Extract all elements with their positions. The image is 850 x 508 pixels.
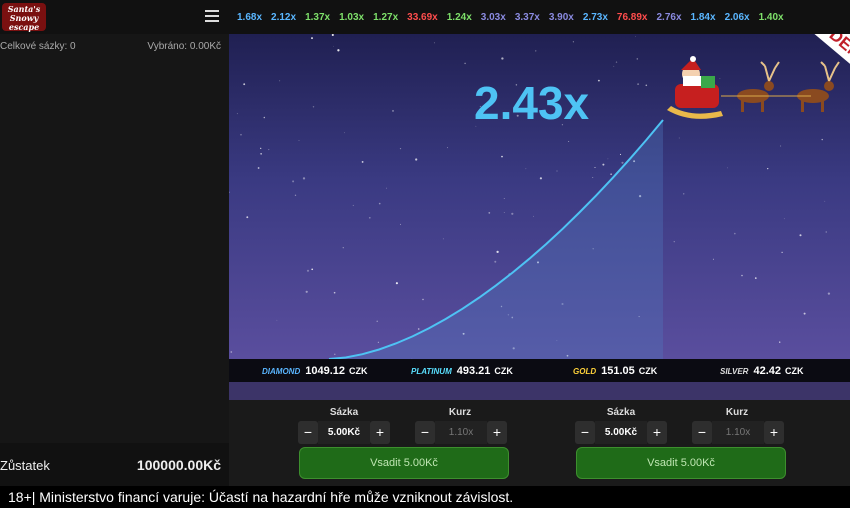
history-multiplier: 3.03x — [480, 12, 506, 23]
jackpot-value: 1049.12 — [305, 365, 345, 377]
jackpot-diamond: DIAMOND 1049.12 CZK — [262, 365, 367, 377]
current-multiplier: 2.43x — [474, 77, 590, 129]
stake-label: Sázka — [329, 407, 359, 418]
history-multiplier: 76.89x — [616, 12, 648, 23]
history-multiplier: 1.03x — [339, 12, 365, 23]
history-multiplier: 1.68x — [237, 12, 263, 23]
history-multiplier: 2.76x — [656, 12, 682, 23]
place-bet-button[interactable]: Vsadit 5.00Kč — [299, 447, 509, 479]
bets-sidebar: Santa's Snowy escape Celkové sázky: 0 Vy… — [0, 0, 229, 486]
odds-increase-button[interactable]: + — [764, 421, 784, 444]
jackpot-value: 42.42 — [753, 365, 781, 377]
jackpot-platinum: PLATINUM 493.21 CZK — [411, 365, 513, 377]
stake-increase-button[interactable]: + — [370, 421, 390, 444]
bet-panel-1: Sázka Kurz −5.00Kč + −1.10x + Vsadit 5.00Kč — [229, 400, 509, 486]
history-multiplier: 1.37x — [305, 12, 331, 23]
odds-increase-button[interactable]: + — [487, 421, 507, 444]
jackpot-bar: DIAMOND 1049.12 CZK PLATINUM 493.21 CZK GOLD 15… — [229, 359, 850, 382]
jackpot-value: 151.05 — [601, 365, 635, 377]
jackpot-value: 493.21 — [456, 365, 491, 377]
stake-value[interactable]: 5.00Kč — [318, 421, 370, 444]
collected-label: Vybráno: 0.00Kč — [147, 41, 221, 52]
history-multiplier: 2.06x — [724, 12, 750, 23]
odds-stepper: −1.10x + — [692, 421, 784, 444]
bet-panel-2: Sázka Kurz −5.00Kč + −1.10x + Vsadit 5.00Kč — [506, 400, 786, 486]
stake-decrease-button[interactable]: − — [575, 421, 595, 444]
history-multiplier: 1.24x — [446, 12, 472, 23]
balance-bar: Zůstatek 100000.00Kč — [0, 443, 229, 486]
odds-label: Kurz — [448, 407, 472, 418]
balance-value: 100000.00Kč — [136, 457, 221, 473]
multiplier-history: 1.68x 2.12x 1.37x 1.03x 1.27x 33.69x 1.24x 3.03… — [229, 0, 850, 34]
jackpot-currency: CZK — [784, 366, 804, 376]
odds-stepper: −1.10x + — [415, 421, 507, 444]
stake-label: Sázka — [606, 407, 636, 418]
history-multiplier: 2.12x — [271, 12, 297, 23]
history-multiplier: 1.84x — [690, 12, 716, 23]
stake-decrease-button[interactable]: − — [298, 421, 318, 444]
game-logo: Santa's Snowy escape — [0, 0, 229, 34]
stake-value[interactable]: 5.00Kč — [595, 421, 647, 444]
jackpot-currency: CZK — [348, 366, 368, 376]
logo-image: Santa's Snowy escape — [2, 3, 46, 32]
jackpot-name: GOLD — [573, 367, 597, 376]
gambling-warning: 18+| Ministerstvo financí varuje: Účastí… — [0, 486, 850, 508]
jackpot-currency: CZK — [494, 366, 513, 376]
total-bets-label: Celkové sázky: 0 — [0, 41, 76, 52]
odds-value[interactable]: 1.10x — [435, 421, 487, 444]
hamburger-menu-icon[interactable] — [205, 10, 219, 22]
odds-decrease-button[interactable]: − — [692, 421, 712, 444]
history-multiplier: 1.27x — [373, 12, 399, 23]
jackpot-silver: SILVER 42.42 CZK — [720, 365, 803, 377]
jackpot-gold: GOLD 151.05 CZK — [573, 365, 657, 377]
odds-decrease-button[interactable]: − — [415, 421, 435, 444]
jackpot-name: SILVER — [720, 367, 749, 376]
logo-text: Santa's Snowy escape — [7, 4, 41, 32]
odds-label: Kurz — [725, 407, 749, 418]
jackpot-name: DIAMOND — [262, 367, 301, 376]
place-bet-button[interactable]: Vsadit 5.00Kč — [576, 447, 786, 479]
history-multiplier: 33.69x — [407, 12, 438, 23]
santa-sleigh-icon — [667, 56, 840, 119]
stake-stepper: −5.00Kč + — [575, 421, 667, 444]
bets-header: Celkové sázky: 0 Vybráno: 0.00Kč — [0, 36, 229, 56]
jackpot-currency: CZK — [638, 366, 658, 376]
bet-area: Sázka Kurz −5.00Kč + −1.10x + Vsadit 5.00Kč Sáz… — [229, 400, 850, 486]
stake-increase-button[interactable]: + — [647, 421, 667, 444]
curve-fill — [329, 120, 663, 359]
odds-value[interactable]: 1.10x — [712, 421, 764, 444]
progress-strip — [229, 382, 850, 400]
balance-label: Zůstatek — [0, 458, 50, 473]
history-multiplier: 3.37x — [514, 12, 540, 23]
game-canvas: 2.43x DEMO — [229, 34, 850, 359]
history-multiplier: 3.90x — [548, 12, 574, 23]
stake-stepper: −5.00Kč + — [298, 421, 390, 444]
jackpot-name: PLATINUM — [411, 367, 452, 376]
history-multiplier: 2.73x — [582, 12, 608, 23]
history-multiplier: 1.40x — [758, 12, 784, 23]
